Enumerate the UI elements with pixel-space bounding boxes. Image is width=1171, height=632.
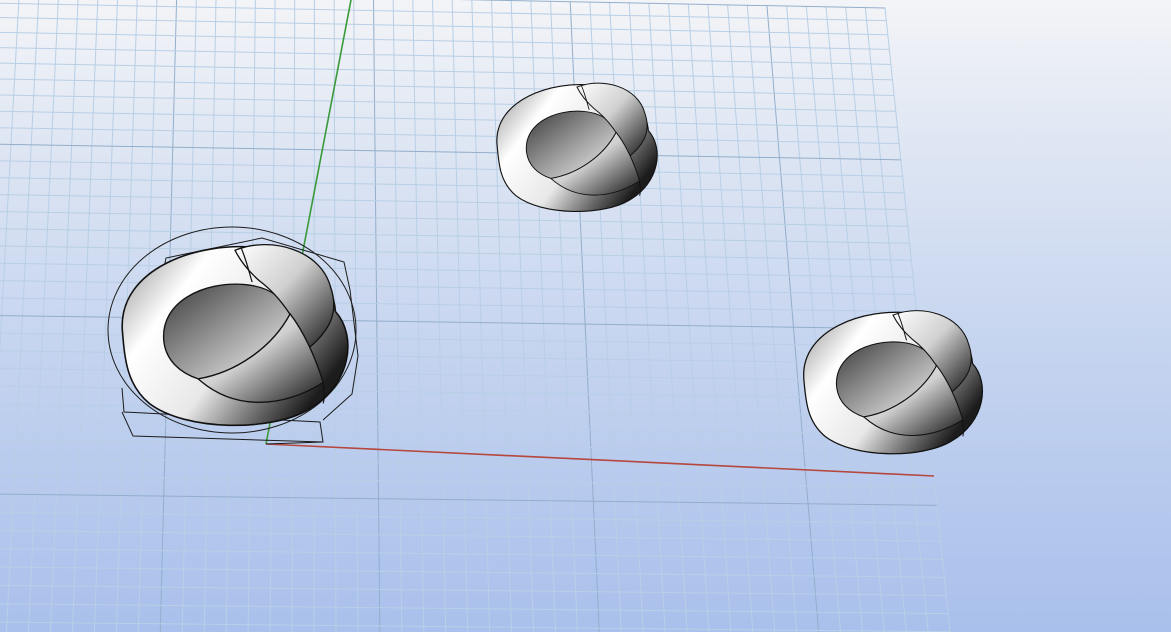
grid-line <box>0 511 939 524</box>
mobius-strip-mesh[interactable] <box>802 309 984 455</box>
x-axis-line <box>265 443 935 477</box>
mobius-strip-top[interactable] <box>496 82 658 213</box>
grid-line <box>0 262 914 278</box>
grid-line <box>0 621 951 632</box>
grid-line <box>432 0 447 632</box>
grid-line <box>457 0 886 9</box>
grid-line <box>0 16 888 36</box>
grid-line <box>0 403 928 417</box>
viewport-canvas[interactable] <box>0 0 1171 632</box>
grid-line <box>0 110 898 128</box>
grid-line <box>0 439 932 453</box>
grid-line <box>0 475 936 488</box>
mobius-strip-right[interactable] <box>802 309 984 455</box>
grid-line <box>0 603 949 615</box>
grid-line <box>0 127 900 145</box>
grid-line <box>0 194 907 211</box>
grid-line <box>373 0 381 632</box>
grid-line <box>491 0 513 632</box>
grid-line <box>392 0 403 632</box>
grid-line <box>0 94 896 112</box>
grid-line <box>0 548 943 560</box>
grid-line <box>93 0 118 632</box>
grid-line <box>0 457 934 471</box>
grid-line <box>766 5 820 632</box>
grid-line <box>0 421 930 435</box>
mobius-strip-selected[interactable] <box>107 226 359 445</box>
grid-line <box>451 0 469 632</box>
grid-line <box>0 584 947 596</box>
grid-line <box>0 211 908 227</box>
grid-line <box>0 62 893 81</box>
mobius-strip-mesh[interactable] <box>121 243 349 427</box>
grid-line <box>0 245 912 261</box>
grid-line <box>746 5 798 632</box>
grid-line <box>687 4 732 632</box>
grid-line <box>471 0 491 632</box>
grid-line <box>0 31 890 50</box>
grid-line <box>0 160 903 177</box>
grid-line <box>0 143 901 161</box>
grid-line <box>71 0 99 632</box>
grid-line <box>412 0 425 632</box>
grid-line <box>707 4 754 632</box>
grid-line <box>727 4 776 632</box>
grid-line <box>0 177 905 194</box>
grid-line <box>0 493 937 506</box>
mobius-strip-mesh[interactable] <box>496 82 658 213</box>
grid-line <box>0 47 891 65</box>
perspective-viewport[interactable] <box>0 0 1171 632</box>
grid-line <box>0 228 910 244</box>
grid-line <box>0 566 945 578</box>
